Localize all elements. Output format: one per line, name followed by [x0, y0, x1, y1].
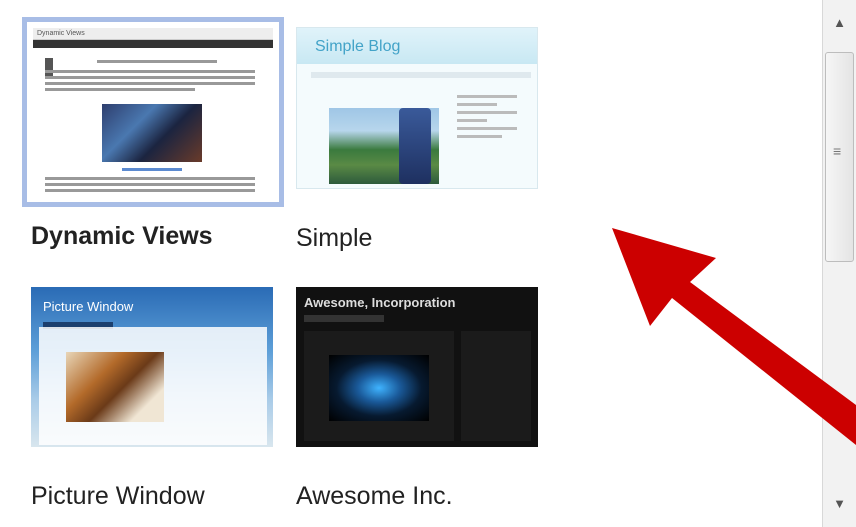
thumbnail-photo-object [399, 108, 431, 184]
thumbnail-sidebar [461, 331, 531, 441]
theme-thumbnail-dynamic-views[interactable]: Dynamic Views [27, 22, 279, 202]
theme-thumbnail-picture-window[interactable]: Picture Window [31, 287, 273, 447]
thumbnail-nav [304, 315, 384, 322]
thumbnail-sidebar [457, 90, 517, 180]
theme-label-awesome-inc[interactable]: Awesome Inc. [296, 482, 453, 511]
grip-icon: ≡ [833, 143, 842, 159]
thumbnail-photo [102, 104, 202, 162]
thumbnail-text-line [45, 82, 255, 85]
theme-label-simple[interactable]: Simple [296, 224, 372, 253]
thumbnail-photo [66, 352, 164, 422]
thumbnail-text-line [45, 177, 255, 180]
theme-label-dynamic-views[interactable]: Dynamic Views [31, 222, 213, 251]
thumbnail-blog-title: Picture Window [43, 299, 134, 314]
thumbnail-caption [122, 168, 182, 171]
vertical-scrollbar[interactable]: ▲ ≡ ▼ [822, 0, 856, 527]
theme-gallery: Dynamic Views Dynamic Views Simple Blog … [0, 0, 856, 527]
scroll-up-arrow-icon[interactable]: ▲ [823, 8, 856, 38]
thumbnail-text-line [45, 183, 255, 186]
thumbnail-text-line [45, 189, 255, 192]
thumbnail-header: Dynamic Views [33, 28, 273, 40]
thumbnail-nav [33, 40, 273, 48]
thumbnail-text-line [45, 88, 195, 91]
thumbnail-blog-title: Simple Blog [315, 38, 401, 55]
theme-label-picture-window[interactable]: Picture Window [31, 482, 205, 511]
thumbnail-text-line [97, 60, 217, 63]
thumbnail-sidebar [45, 58, 53, 76]
thumbnail-blog-title: Awesome, Incorporation [304, 295, 456, 310]
thumbnail-photo [329, 355, 429, 421]
scroll-down-arrow-icon[interactable]: ▼ [823, 489, 856, 519]
scrollbar-thumb[interactable]: ≡ [825, 52, 854, 262]
thumbnail-text-line [45, 76, 255, 79]
theme-thumbnail-awesome-inc[interactable]: Awesome, Incorporation [296, 287, 538, 447]
thumbnail-nav [311, 72, 531, 78]
theme-thumbnail-simple[interactable]: Simple Blog [296, 27, 538, 189]
thumbnail-text-line [45, 70, 255, 73]
